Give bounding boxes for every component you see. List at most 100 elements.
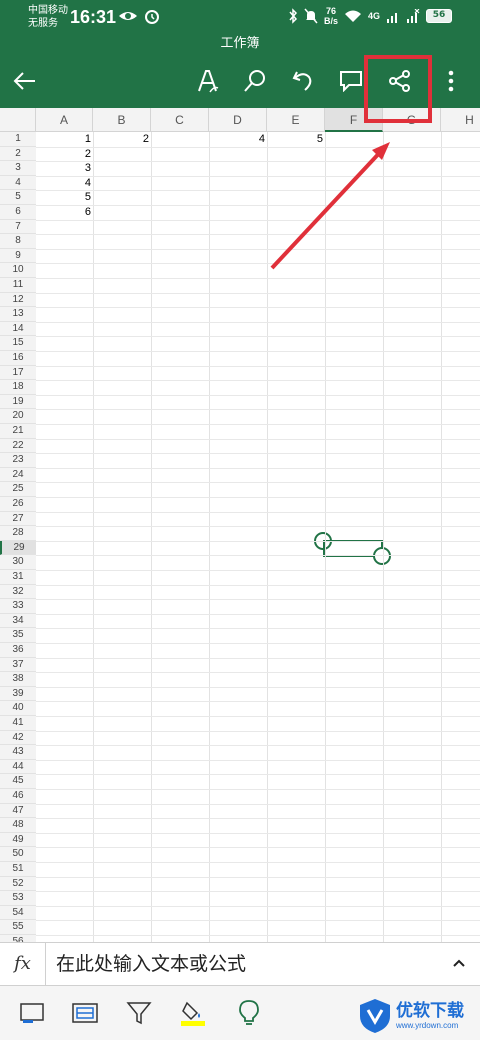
row-header-38[interactable]: 38 <box>0 672 36 687</box>
row-gridline <box>36 526 480 528</box>
row-header-24[interactable]: 24 <box>0 467 36 483</box>
row-gridline <box>36 774 480 776</box>
row-header-16[interactable]: 16 <box>0 351 36 366</box>
row-header-30[interactable]: 30 <box>0 555 36 570</box>
row-header-53[interactable]: 53 <box>0 891 36 906</box>
row-header-6[interactable]: 6 <box>0 205 36 220</box>
row-header-52[interactable]: 52 <box>0 876 36 892</box>
row-gridline <box>36 643 480 644</box>
cell-a4[interactable]: 4 <box>36 176 93 191</box>
status-bar: 中国移动 无服务 16:31 76 B/s 4G 56 <box>0 0 480 34</box>
row-header-50[interactable]: 50 <box>0 847 36 862</box>
chevron-up-icon[interactable] <box>450 955 468 973</box>
row-header-48[interactable]: 48 <box>0 818 36 833</box>
row-header-34[interactable]: 34 <box>0 613 36 629</box>
column-header-b[interactable]: B <box>93 108 151 132</box>
fx-button[interactable]: fx <box>0 943 46 985</box>
ideas-button[interactable] <box>234 998 264 1028</box>
row-header-1[interactable]: 1 <box>0 132 36 147</box>
row-header-10[interactable]: 10 <box>0 263 36 278</box>
sheet-view-button[interactable] <box>18 998 48 1028</box>
spreadsheet-grid[interactable]: ABCDEFGH 1 2 3 4 5 6 7 8 9 10 11 12 13 14 15 16 17 18 19 20… <box>0 108 480 942</box>
row-header-18[interactable]: 18 <box>0 380 36 395</box>
eye-icon <box>119 12 137 20</box>
row-header-41[interactable]: 41 <box>0 716 36 731</box>
row-header-43[interactable]: 43 <box>0 745 36 760</box>
column-header-a[interactable]: A <box>36 108 93 132</box>
fill-color-button[interactable] <box>178 998 208 1028</box>
row-header-55[interactable]: 55 <box>0 920 36 935</box>
row-header-35[interactable]: 35 <box>0 628 36 643</box>
row-header-4[interactable]: 4 <box>0 175 36 191</box>
filter-button[interactable] <box>124 998 154 1028</box>
cell-a1[interactable]: 1 <box>36 132 93 147</box>
status-icons-left <box>118 8 160 24</box>
row-header-46[interactable]: 46 <box>0 789 36 804</box>
row-header-36[interactable]: 36 <box>0 643 36 658</box>
back-button[interactable] <box>8 64 42 98</box>
comment-button[interactable] <box>334 64 368 98</box>
row-gridline <box>36 511 480 513</box>
row-header-28[interactable]: 28 <box>0 526 36 541</box>
row-header-47[interactable]: 47 <box>0 803 36 819</box>
cell-a3[interactable]: 3 <box>36 161 93 176</box>
cell-b1[interactable]: 2 <box>93 132 151 147</box>
row-header-20[interactable]: 20 <box>0 409 36 424</box>
row-header-14[interactable]: 14 <box>0 321 36 337</box>
row-header-7[interactable]: 7 <box>0 219 36 235</box>
row-header-13[interactable]: 13 <box>0 307 36 322</box>
row-header-31[interactable]: 31 <box>0 570 36 585</box>
cell-a5[interactable]: 5 <box>36 190 93 205</box>
row-header-23[interactable]: 23 <box>0 453 36 468</box>
column-header-c[interactable]: C <box>151 108 209 132</box>
row-header-40[interactable]: 40 <box>0 701 36 716</box>
row-header-39[interactable]: 39 <box>0 686 36 702</box>
table-button[interactable] <box>70 998 100 1028</box>
cell-d1[interactable]: 4 <box>209 132 267 147</box>
undo-button[interactable] <box>286 64 320 98</box>
row-header-32[interactable]: 32 <box>0 584 36 600</box>
search-icon <box>244 70 265 92</box>
formula-input[interactable] <box>56 949 436 979</box>
search-button[interactable] <box>238 64 272 98</box>
column-header-h[interactable]: H <box>441 108 480 132</box>
row-header-9[interactable]: 9 <box>0 248 36 264</box>
signal-icon <box>387 13 397 23</box>
row-header-33[interactable]: 33 <box>0 599 36 614</box>
row-header-8[interactable]: 8 <box>0 234 36 249</box>
row-gridline <box>36 686 480 688</box>
column-header-e[interactable]: E <box>267 108 325 132</box>
row-header-45[interactable]: 45 <box>0 774 36 789</box>
row-header-44[interactable]: 44 <box>0 759 36 775</box>
row-header-27[interactable]: 27 <box>0 511 36 527</box>
row-header-19[interactable]: 19 <box>0 394 36 410</box>
draw-button[interactable] <box>191 64 225 98</box>
row-header-11[interactable]: 11 <box>0 278 36 293</box>
column-gridline <box>151 132 152 942</box>
row-header-37[interactable]: 37 <box>0 657 36 673</box>
row-header-26[interactable]: 26 <box>0 497 36 512</box>
row-header-29[interactable]: 29 <box>0 540 36 556</box>
row-header-12[interactable]: 12 <box>0 292 36 308</box>
row-header-25[interactable]: 25 <box>0 482 36 497</box>
row-header-49[interactable]: 49 <box>0 832 36 848</box>
more-options-button[interactable] <box>434 64 468 98</box>
row-header-22[interactable]: 22 <box>0 438 36 454</box>
row-header-17[interactable]: 17 <box>0 365 36 381</box>
select-all-corner[interactable] <box>0 108 36 132</box>
row-header-51[interactable]: 51 <box>0 862 36 877</box>
cell-a6[interactable]: 6 <box>36 205 93 220</box>
row-header-2[interactable]: 2 <box>0 146 36 162</box>
row-gridline <box>36 672 480 674</box>
row-gridline <box>36 278 480 279</box>
row-header-56[interactable]: 56 <box>0 935 36 942</box>
cell-a2[interactable]: 2 <box>36 147 93 162</box>
row-gridline <box>36 716 480 717</box>
row-header-3[interactable]: 3 <box>0 161 36 176</box>
row-header-42[interactable]: 42 <box>0 730 36 746</box>
row-header-15[interactable]: 15 <box>0 336 36 351</box>
row-header-54[interactable]: 54 <box>0 905 36 921</box>
row-header-5[interactable]: 5 <box>0 190 36 205</box>
row-header-21[interactable]: 21 <box>0 424 36 439</box>
column-header-d[interactable]: D <box>209 108 267 132</box>
